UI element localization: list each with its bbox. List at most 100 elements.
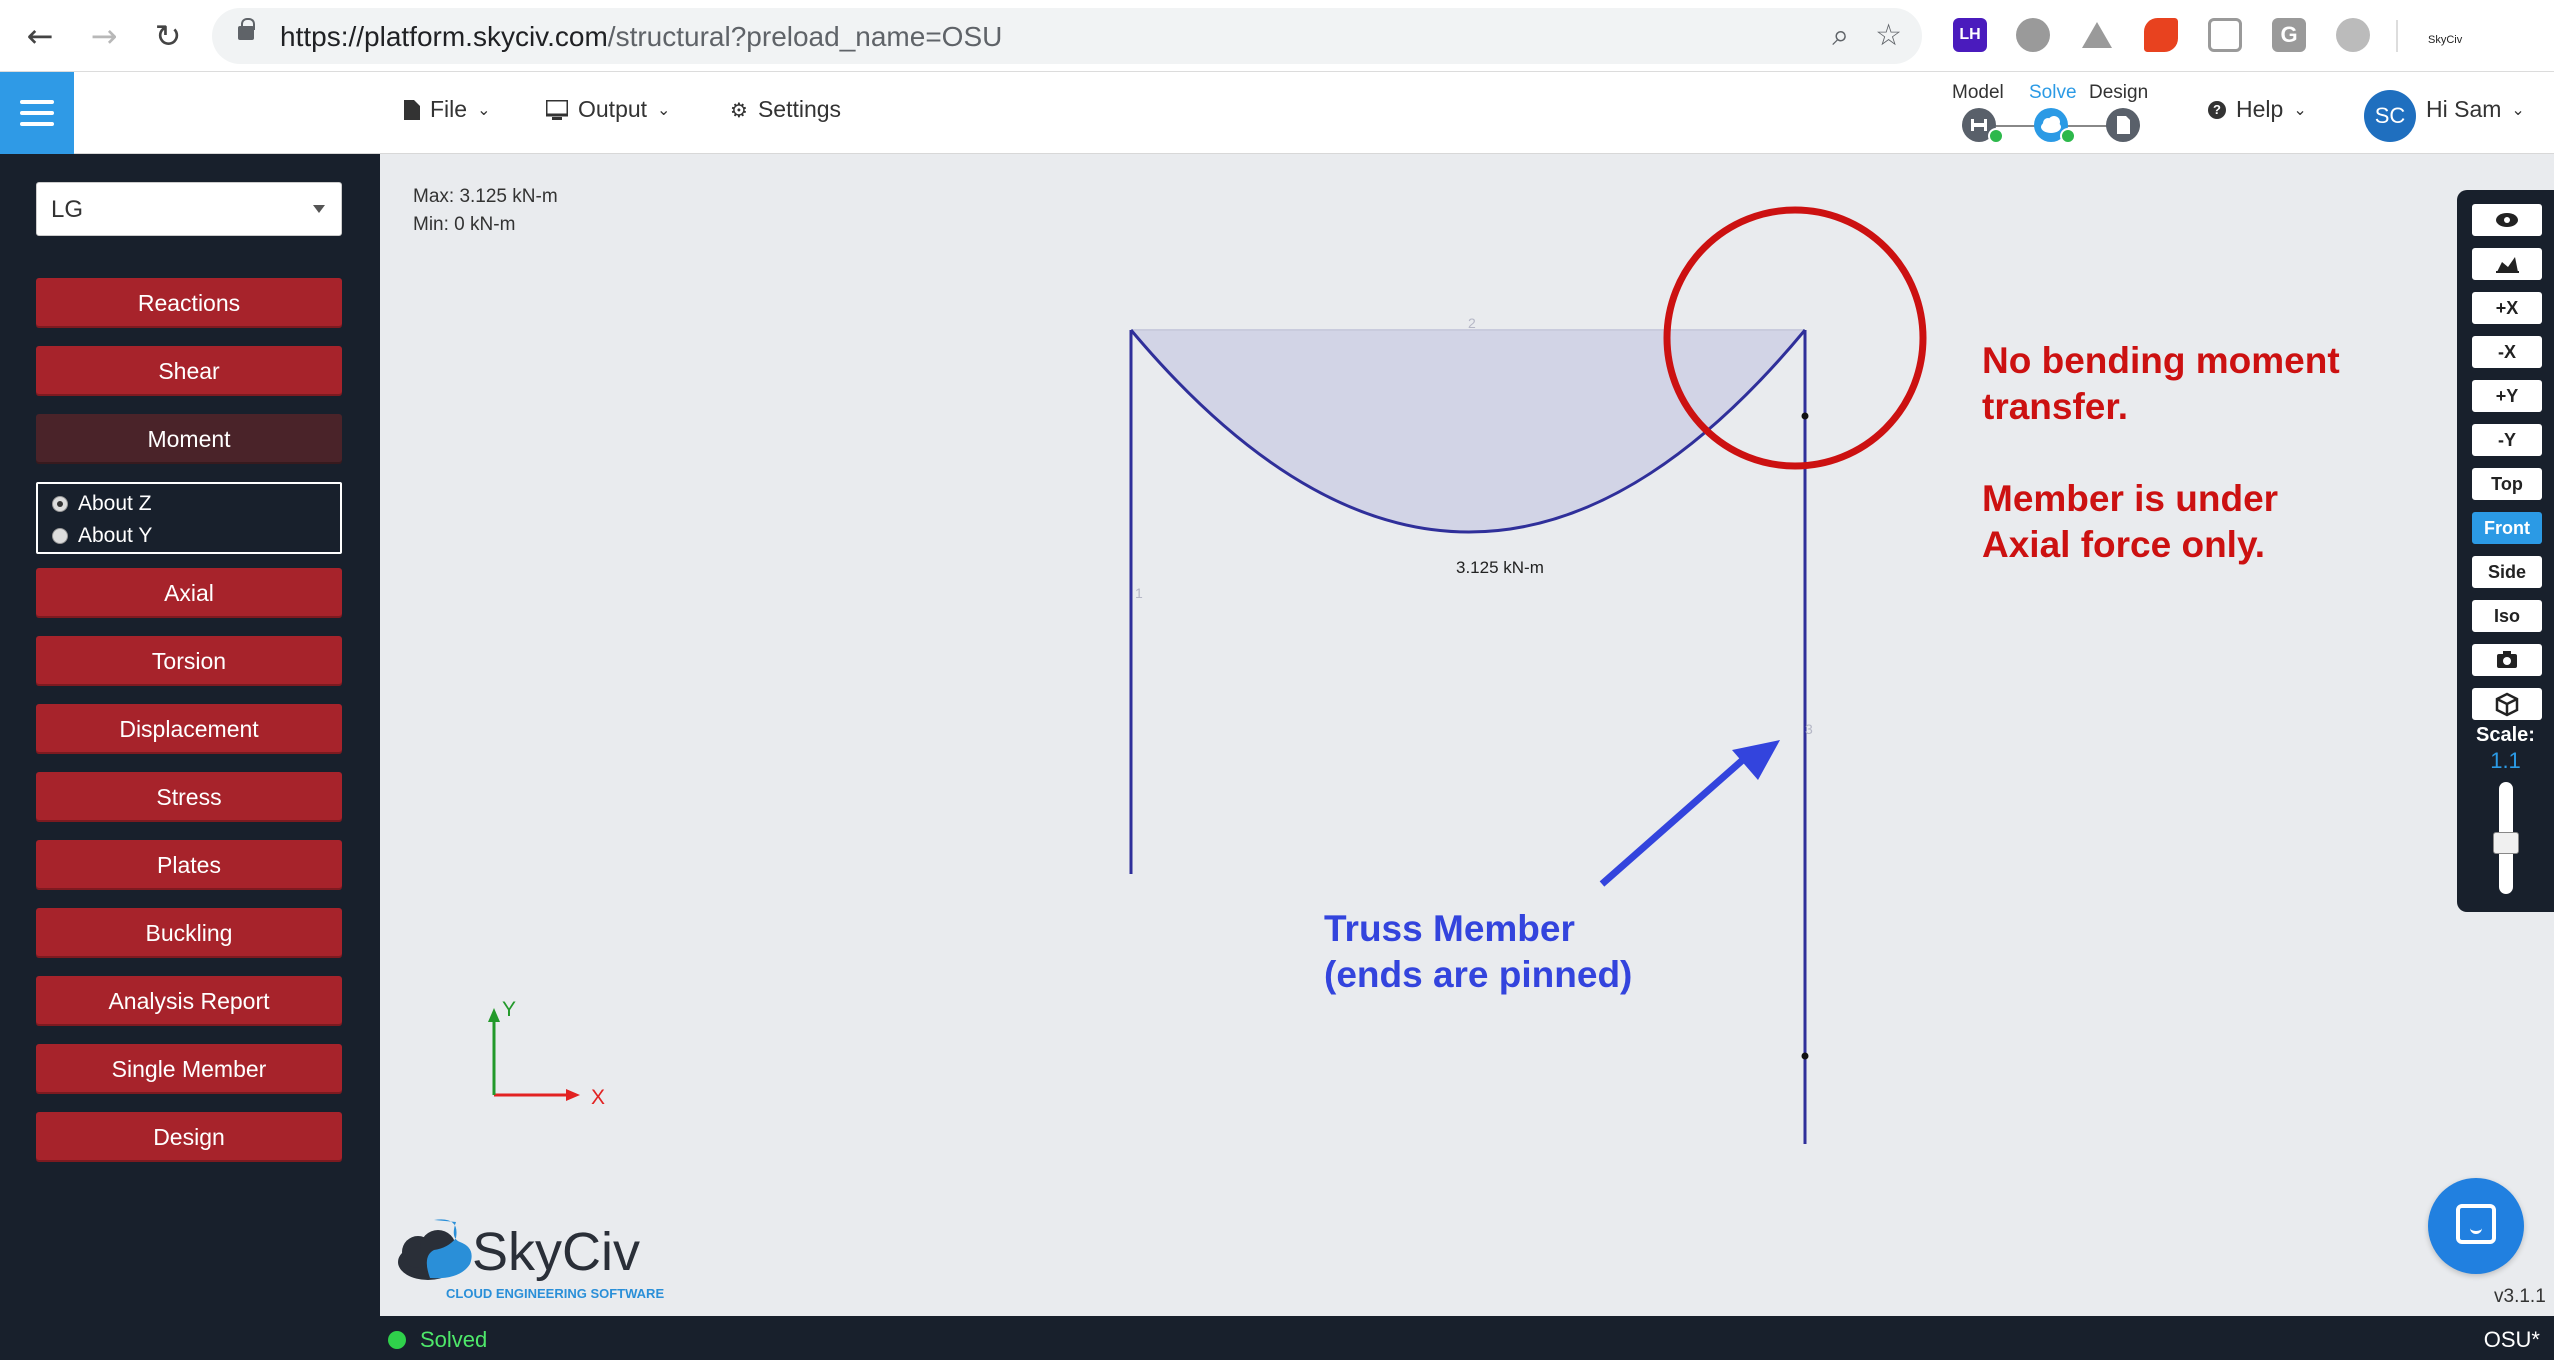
annotation-arrow-shaft <box>1599 747 1757 887</box>
radio-about-y[interactable]: About Y <box>52 524 152 548</box>
file-menu[interactable]: File ⌄ <box>404 96 490 123</box>
help-icon: ? <box>2208 100 2226 119</box>
chat-button[interactable] <box>2428 1178 2524 1274</box>
3d-view-button[interactable] <box>2472 688 2542 720</box>
scale-slider-thumb[interactable] <box>2493 832 2519 854</box>
x-axis-arrow <box>566 1089 580 1101</box>
mode-design-label[interactable]: Design <box>2089 82 2148 104</box>
hamburger-menu-button[interactable] <box>0 72 74 154</box>
chat-icon <box>2456 1204 2496 1244</box>
radio-selected-icon[interactable] <box>52 496 68 512</box>
lock-icon <box>238 18 255 40</box>
status-indicator-icon <box>388 1331 406 1349</box>
reload-icon[interactable]: ↻ <box>148 16 188 56</box>
hamburger-line <box>20 111 54 115</box>
view-plus-y-button[interactable]: +Y <box>2472 380 2542 412</box>
chat-smile <box>2470 1228 2482 1234</box>
extension-sphere-icon[interactable] <box>2336 18 2370 52</box>
user-greeting: Hi Sam <box>2426 96 2502 122</box>
eye-icon <box>2496 213 2518 227</box>
drive-icon <box>2082 22 2112 48</box>
displacement-button[interactable]: Displacement <box>36 704 342 754</box>
node-marker <box>1801 1052 1809 1060</box>
member-label: 2 <box>1468 315 1476 331</box>
scale-label: Scale: <box>2476 724 2535 746</box>
address-bar[interactable]: https://platform.skyciv.com/structural?p… <box>212 8 1922 64</box>
url-path: /structural?preload_name=OSU <box>607 21 1003 52</box>
zoom-icon[interactable]: ⌕ <box>1832 18 1849 53</box>
document-icon <box>2117 116 2130 134</box>
version-text: v3.1.1 <box>2494 1286 2546 1307</box>
chevron-down-icon: ⌄ <box>477 100 491 119</box>
moment-button[interactable]: Moment <box>36 414 342 464</box>
monitor-icon <box>546 99 568 120</box>
check-icon <box>2060 128 2076 144</box>
extension-calendar-icon[interactable] <box>2208 18 2242 52</box>
radio-unselected-icon[interactable] <box>52 528 68 544</box>
torsion-button[interactable]: Torsion <box>36 636 342 686</box>
help-menu[interactable]: ? Help ⌄ <box>2208 96 2307 123</box>
extension-circle-icon[interactable] <box>2016 18 2050 52</box>
status-bar: Solved OSU* <box>380 1316 2554 1360</box>
annotation-truss-line1: Truss Member <box>1324 908 1575 949</box>
settings-menu[interactable]: ⚙ Settings <box>730 96 841 123</box>
bookmark-star-icon[interactable]: ☆ <box>1875 18 1902 53</box>
plates-button[interactable]: Plates <box>36 840 342 890</box>
screenshot-button[interactable] <box>2472 644 2542 676</box>
mode-model-label[interactable]: Model <box>1952 82 2004 104</box>
mode-design-button[interactable] <box>2106 108 2140 142</box>
design-button[interactable]: Design <box>36 1112 342 1162</box>
project-name: OSU* <box>2483 1327 2540 1352</box>
x-axis-label: X <box>591 1086 605 1109</box>
shear-button[interactable]: Shear <box>36 346 342 396</box>
logo-tagline: CLOUD ENGINEERING SOFTWARE <box>446 1286 664 1301</box>
radio-about-y-label: About Y <box>78 524 153 547</box>
reactions-button[interactable]: Reactions <box>36 278 342 328</box>
view-side-button[interactable]: Side <box>2472 556 2542 588</box>
model-viewport[interactable]: Max: 3.125 kN-m Min: 0 kN-m 1 2 3 3.125 … <box>380 154 2554 1316</box>
moment-axis-options: About Z About Y <box>36 482 342 554</box>
annotation-no-moment-line1: No bending moment <box>1982 340 2340 381</box>
buckling-button[interactable]: Buckling <box>36 908 342 958</box>
member-label: 1 <box>1135 585 1143 601</box>
load-case-select[interactable]: LG <box>36 182 342 236</box>
stress-button[interactable]: Stress <box>36 772 342 822</box>
avatar[interactable]: SC <box>2364 90 2416 142</box>
mode-solve-label[interactable]: Solve <box>2029 82 2077 104</box>
hamburger-line <box>20 122 54 126</box>
axial-button[interactable]: Axial <box>36 568 342 618</box>
view-front-button[interactable]: Front <box>2472 512 2542 544</box>
radio-about-z[interactable]: About Z <box>52 492 152 516</box>
output-menu[interactable]: Output ⌄ <box>546 96 670 123</box>
visibility-button[interactable] <box>2472 204 2542 236</box>
view-minus-x-button[interactable]: -X <box>2472 336 2542 368</box>
view-minus-y-button[interactable]: -Y <box>2472 424 2542 456</box>
extension-fox-icon[interactable] <box>2144 18 2178 52</box>
user-menu[interactable]: Hi Sam ⌄ <box>2426 96 2525 123</box>
load-case-value: LG <box>51 196 84 223</box>
app-root: ← → ↻ https://platform.skyciv.com/struct… <box>0 0 2554 1360</box>
output-menu-label: Output <box>578 96 648 122</box>
caret-down-icon <box>313 205 325 213</box>
extension-lighthouse-icon[interactable]: LH <box>1953 18 1987 52</box>
url-text[interactable]: https://platform.skyciv.com/structural?p… <box>280 21 1002 53</box>
help-menu-label: Help <box>2236 96 2284 122</box>
member-label: 3 <box>1805 721 1813 737</box>
diagram-button[interactable] <box>2472 248 2542 280</box>
back-icon[interactable]: ← <box>20 16 60 56</box>
view-top-button[interactable]: Top <box>2472 468 2542 500</box>
view-toolbar: +X -X +Y -Y Top Front Side Iso Scale: 1.… <box>2457 190 2554 912</box>
forward-icon[interactable]: → <box>84 16 124 56</box>
radio-about-z-label: About Z <box>78 492 152 515</box>
logo-name: SkyCiv <box>472 1222 640 1282</box>
analysis-report-button[interactable]: Analysis Report <box>36 976 342 1026</box>
extension-grammarly-icon[interactable]: G <box>2272 18 2306 52</box>
view-plus-x-button[interactable]: +X <box>2472 292 2542 324</box>
view-iso-button[interactable]: Iso <box>2472 600 2542 632</box>
extension-drive-icon[interactable] <box>2080 18 2114 52</box>
y-axis-arrow <box>488 1008 500 1022</box>
structure-drawing: 1 2 3 3.125 kN-m X Y <box>488 206 1927 1144</box>
node-marker <box>1801 412 1809 420</box>
single-member-button[interactable]: Single Member <box>36 1044 342 1094</box>
extension-skyciv-icon[interactable]: SkyCiv <box>2428 18 2462 52</box>
